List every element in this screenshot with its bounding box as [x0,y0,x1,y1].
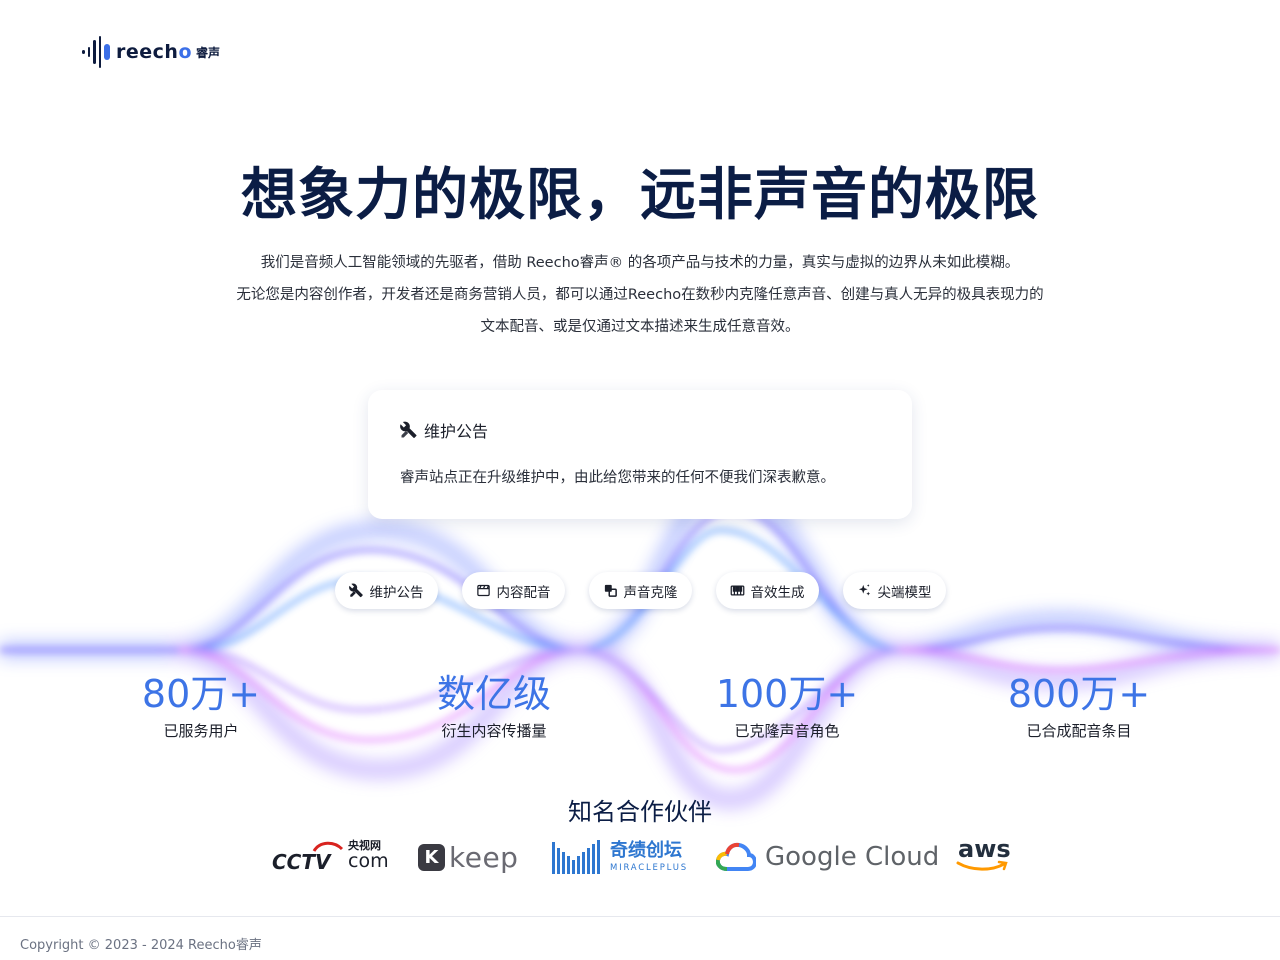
film-icon [476,584,490,597]
stat-label: 衍生内容传播量 [441,722,547,740]
miracleplus-text: 奇绩创坛 MIRACLEPLUS [610,839,688,873]
hero-description: 我们是音频人工智能领域的先驱者，借助 Reecho睿声® 的各项产品与技术的力量… [160,247,1120,343]
tab-label: 维护公告 [369,584,424,601]
cctv-text: 央视网 com [348,839,389,872]
cctv-logo: CCTV 央视网 com [272,836,389,878]
google-cloud-icon [716,842,756,871]
svg-text:CCTV: CCTV [272,850,332,874]
sound-wave-decoration [0,482,1280,808]
miracleplus-logo: 奇绩创坛 MIRACLEPLUS [552,836,688,878]
brand-logo[interactable]: reecho 睿声 [82,36,220,68]
stat-content-reach: 数亿级 衍生内容传播量 [374,670,614,741]
tab-voice-clone[interactable]: 声音克隆 [588,572,692,609]
hero-title: 想象力的极限，远非声音的极限 [241,163,1039,228]
tab-sound-effects[interactable]: 音效生成 [715,572,819,609]
stat-value: 800万+ [1007,672,1151,716]
tab-label: 声音克隆 [623,584,678,601]
stat-label: 已合成配音条目 [1026,722,1132,740]
aws-smile-icon [956,860,1008,871]
google-cloud-wordmark: Google Cloud [765,842,940,872]
footer-copyright: Copyright © 2023 - 2024 Reecho睿声 [20,938,262,953]
keep-wordmark: keep [449,840,519,874]
logo-wordmark: reecho [116,41,192,63]
hero-desc-line: 我们是音频人工智能领域的先驱者，借助 Reecho睿声® 的各项产品与技术的力量… [260,255,1020,271]
tab-cutting-edge-models[interactable]: 尖端模型 [842,572,946,609]
stat-label: 已服务用户 [163,722,239,740]
notice-title: 维护公告 [424,422,489,441]
feature-tabs: 维护公告 内容配音 声音克隆 音效生成 尖端模型 [0,572,1280,609]
clone-icon [604,584,617,597]
keep-k-icon: K [418,843,445,871]
stat-synthesized-items: 800万+ 已合成配音条目 [959,670,1199,741]
notice-header: 维护公告 [400,418,880,442]
stat-value: 80万+ [141,672,261,716]
partner-logos: CCTV 央视网 com K keep 奇绩创坛 MIRACLEPLUS Goo… [0,835,1280,878]
logo-waveform-icon [82,36,110,68]
stat-value: 100万+ [715,672,859,716]
google-cloud-logo: Google Cloud [716,836,939,878]
tools-icon [348,583,363,598]
notice-body: 睿声站点正在升级维护中，由此给您带来的任何不便我们深表歉意。 [400,470,835,486]
hero-desc-line: 无论您是内容创作者，开发者还是商务营销人员，都可以通过Reecho在数秒内克隆任… [236,287,1044,303]
hero-desc-line: 文本配音、或是仅通过文本描述来生成任意音效。 [480,319,800,335]
tab-label: 尖端模型 [877,584,932,601]
tab-maintenance[interactable]: 维护公告 [334,572,438,609]
miracleplus-bars-icon [552,840,600,874]
stat-users: 80万+ 已服务用户 [81,670,321,741]
keep-logo: K keep [418,836,518,878]
footer-divider [0,916,1280,917]
tools-icon [400,421,417,438]
stat-label: 已克隆声音角色 [734,722,840,740]
maintenance-notice-card: 维护公告 睿声站点正在升级维护中，由此给您带来的任何不便我们深表歉意。 [368,390,912,519]
sparkle-icon [858,584,870,596]
stat-value: 数亿级 [436,672,551,716]
tab-label: 音效生成 [750,584,805,601]
tab-content-dubbing[interactable]: 内容配音 [461,572,565,609]
stat-cloned-voices: 100万+ 已克隆声音角色 [667,670,907,741]
piano-icon [730,585,744,596]
tab-label: 内容配音 [496,584,551,601]
aws-logo: aws [956,835,1011,878]
logo-cn-text: 睿声 [196,45,221,60]
partners-title: 知名合作伙伴 [568,798,712,826]
